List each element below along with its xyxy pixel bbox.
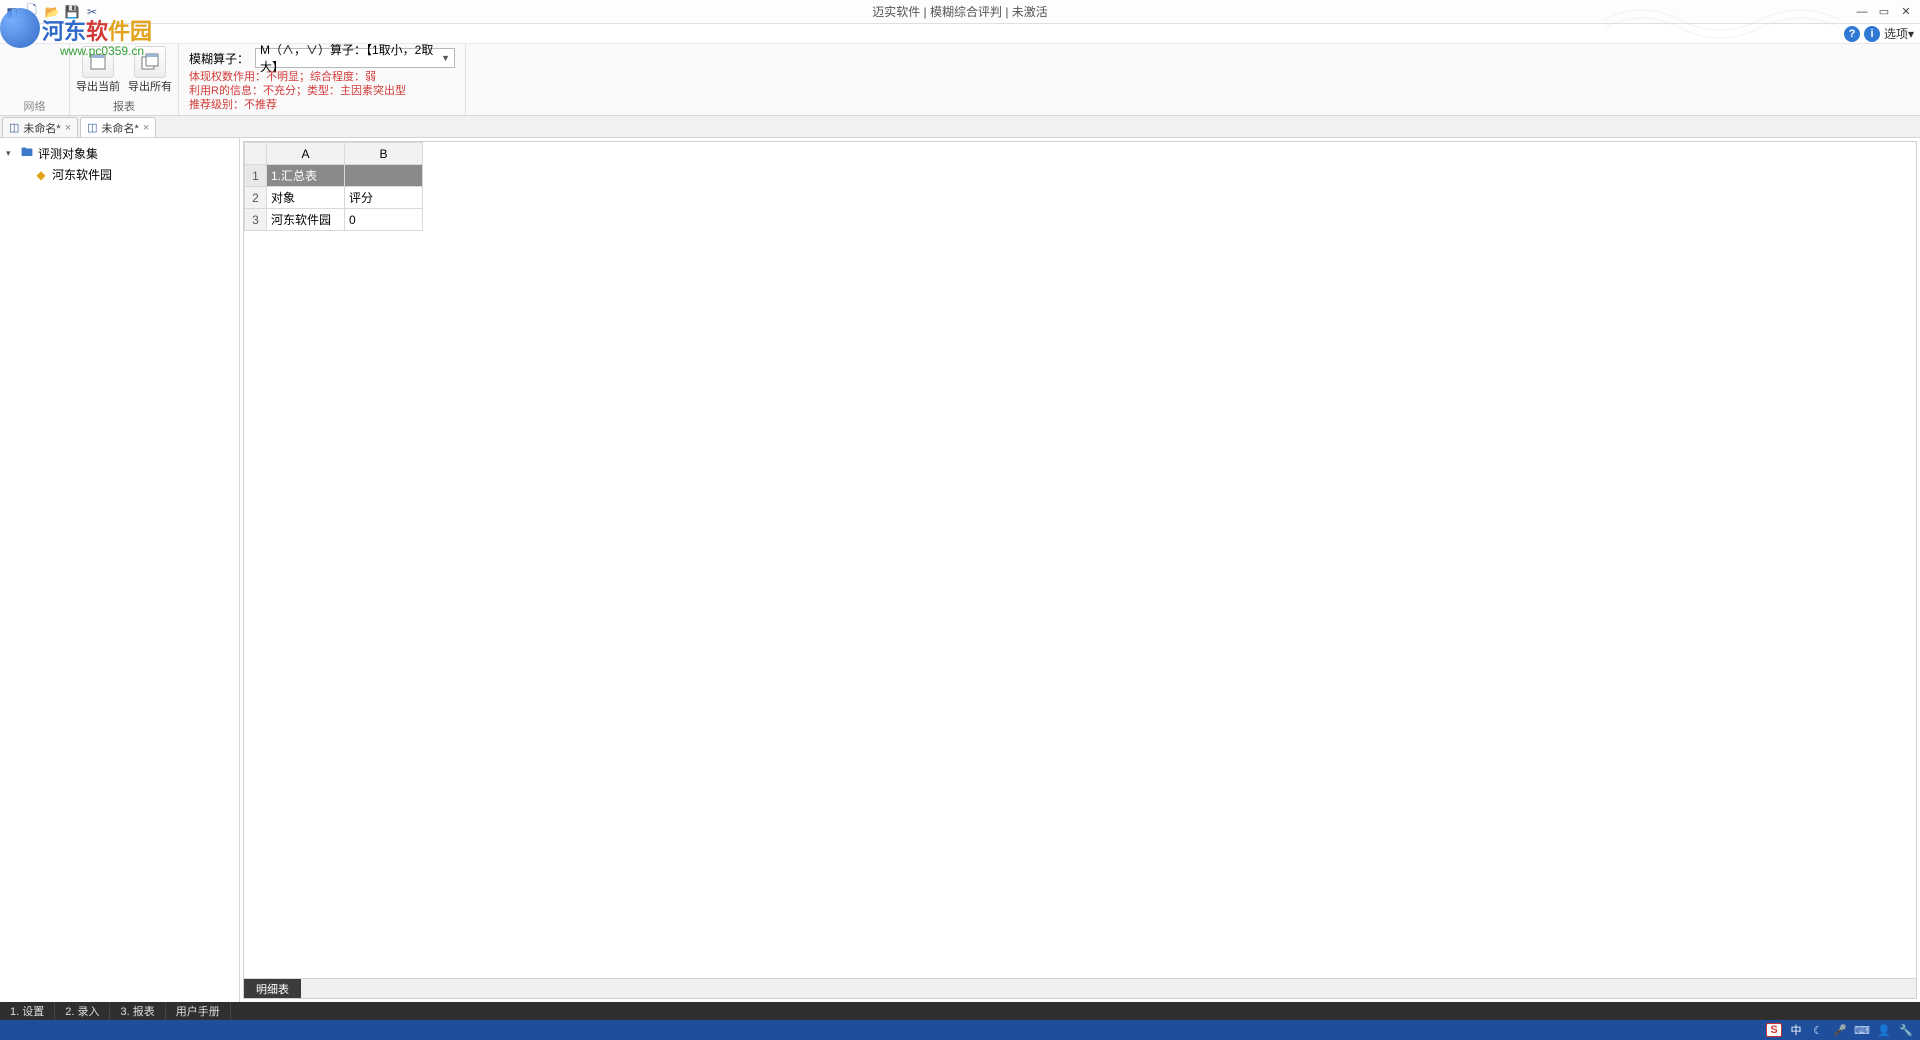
doc-tab-label: 未命名*	[102, 120, 139, 136]
export-current-label: 导出当前	[76, 78, 120, 94]
tab-close-icon[interactable]: ×	[143, 122, 149, 134]
sheet-tab-detail[interactable]: 明细表	[244, 979, 301, 998]
open-icon[interactable]: 📂	[44, 4, 60, 20]
spreadsheet[interactable]: A B 1 1.汇总表 2 对象 评分 3 河东软件园 0	[244, 142, 1916, 978]
tree-child-label: 河东软件园	[52, 166, 112, 183]
chevron-down-icon: ▼	[441, 53, 450, 63]
row-header[interactable]: 3	[245, 209, 267, 231]
bottom-nav-input[interactable]: 2. 录入	[55, 1002, 110, 1020]
sheet-tabs: 明细表	[244, 978, 1916, 998]
ribbon-tab-network[interactable]: 网络	[24, 96, 46, 114]
cell[interactable]: 0	[345, 209, 423, 231]
ime-moon-icon[interactable]: ☾	[1810, 1022, 1826, 1038]
maximize-icon[interactable]: ▭	[1874, 4, 1894, 20]
export-all-icon	[134, 46, 166, 78]
titlebar: ◧ 🗋 📂 💾 ✂ 迈实软件 | 模糊综合评判 | 未激活 — ▭ ✕	[0, 0, 1920, 24]
operator-desc-1: 体现权数作用：不明显；综合程度：弱	[189, 70, 406, 84]
ime-mic-icon[interactable]: 🎤	[1832, 1022, 1848, 1038]
ime-lang-icon[interactable]: 中	[1788, 1022, 1804, 1038]
cell[interactable]: 河东软件园	[267, 209, 345, 231]
folder-icon: 🖿	[20, 143, 34, 164]
operator-select[interactable]: M（∧，∨）算子：【1取小，2取大】 ▼	[255, 48, 455, 68]
cell[interactable]: 1.汇总表	[267, 165, 345, 187]
operator-label: 模糊算子：	[189, 50, 249, 67]
options-menu[interactable]: 选项▾	[1884, 25, 1914, 42]
ime-settings-icon[interactable]: 🔧	[1898, 1022, 1914, 1038]
bottom-nav: 1. 设置 2. 录入 3. 报表 用户手册	[0, 1002, 1920, 1020]
table-row[interactable]: 1 1.汇总表	[245, 165, 423, 187]
export-all-label: 导出所有	[128, 78, 172, 94]
save-icon[interactable]: 💾	[64, 4, 80, 20]
tab-close-icon[interactable]: ×	[65, 122, 71, 134]
operator-desc-2: 利用R的信息：不充分；类型：主因素突出型	[189, 84, 406, 98]
export-current-icon	[82, 46, 114, 78]
new-icon[interactable]: 🗋	[24, 4, 40, 20]
table-row[interactable]: 3 河东软件园 0	[245, 209, 423, 231]
app-icon[interactable]: ◧	[4, 4, 20, 20]
cut-icon[interactable]: ✂	[84, 4, 100, 20]
doc-tab-0[interactable]: ◫ 未命名* ×	[2, 117, 78, 137]
col-header-B[interactable]: B	[345, 143, 423, 165]
sidebar-tree: ▾ 🖿 评测对象集 ◆ 河东软件园	[0, 138, 240, 1002]
cell[interactable]	[345, 165, 423, 187]
minimize-icon[interactable]: —	[1852, 4, 1872, 20]
bottom-nav-manual[interactable]: 用户手册	[166, 1002, 231, 1020]
doc-tab-label: 未命名*	[23, 120, 60, 136]
row-header[interactable]: 1	[245, 165, 267, 187]
help-icon[interactable]: ?	[1844, 26, 1860, 42]
export-current-button[interactable]: 导出当前	[76, 46, 120, 94]
table-row[interactable]: 2 对象 评分	[245, 187, 423, 209]
col-header-A[interactable]: A	[267, 143, 345, 165]
taskbar: S 中 ☾ 🎤 ⌨ 👤 🔧	[0, 1020, 1920, 1040]
tree-root-label: 评测对象集	[38, 145, 98, 162]
ime-user-icon[interactable]: 👤	[1876, 1022, 1892, 1038]
window-title: 迈实软件 | 模糊综合评判 | 未激活	[872, 3, 1048, 20]
info-icon[interactable]: i	[1864, 26, 1880, 42]
cell[interactable]: 评分	[345, 187, 423, 209]
bottom-nav-settings[interactable]: 1. 设置	[0, 1002, 55, 1020]
ime-sogou-icon[interactable]: S	[1766, 1023, 1782, 1037]
close-icon[interactable]: ✕	[1896, 4, 1916, 20]
leaf-icon: ◆	[34, 168, 48, 182]
row-header[interactable]: 2	[245, 187, 267, 209]
tree-child[interactable]: ◆ 河东软件园	[4, 165, 235, 184]
operator-desc-3: 推荐级别：不推荐	[189, 98, 406, 112]
tree-root[interactable]: ▾ 🖿 评测对象集	[4, 142, 235, 165]
tree-collapse-icon[interactable]: ▾	[6, 148, 16, 159]
corner-cell[interactable]	[245, 143, 267, 165]
ime-keyboard-icon[interactable]: ⌨	[1854, 1022, 1870, 1038]
ribbon: 网络 导出当前 导出所有 报表 模糊算子： M（∧，∨）算子：【1取小，2取大】	[0, 44, 1920, 116]
cube-icon: ◫	[87, 121, 97, 134]
document-tabs: ◫ 未命名* × ◫ 未命名* ×	[0, 116, 1920, 138]
cell[interactable]: 对象	[267, 187, 345, 209]
cube-icon: ◫	[9, 121, 19, 134]
export-all-button[interactable]: 导出所有	[128, 46, 172, 94]
ribbon-group-reports: 报表	[113, 96, 135, 114]
doc-tab-1[interactable]: ◫ 未命名* ×	[80, 117, 156, 137]
bottom-nav-report[interactable]: 3. 报表	[110, 1002, 165, 1020]
